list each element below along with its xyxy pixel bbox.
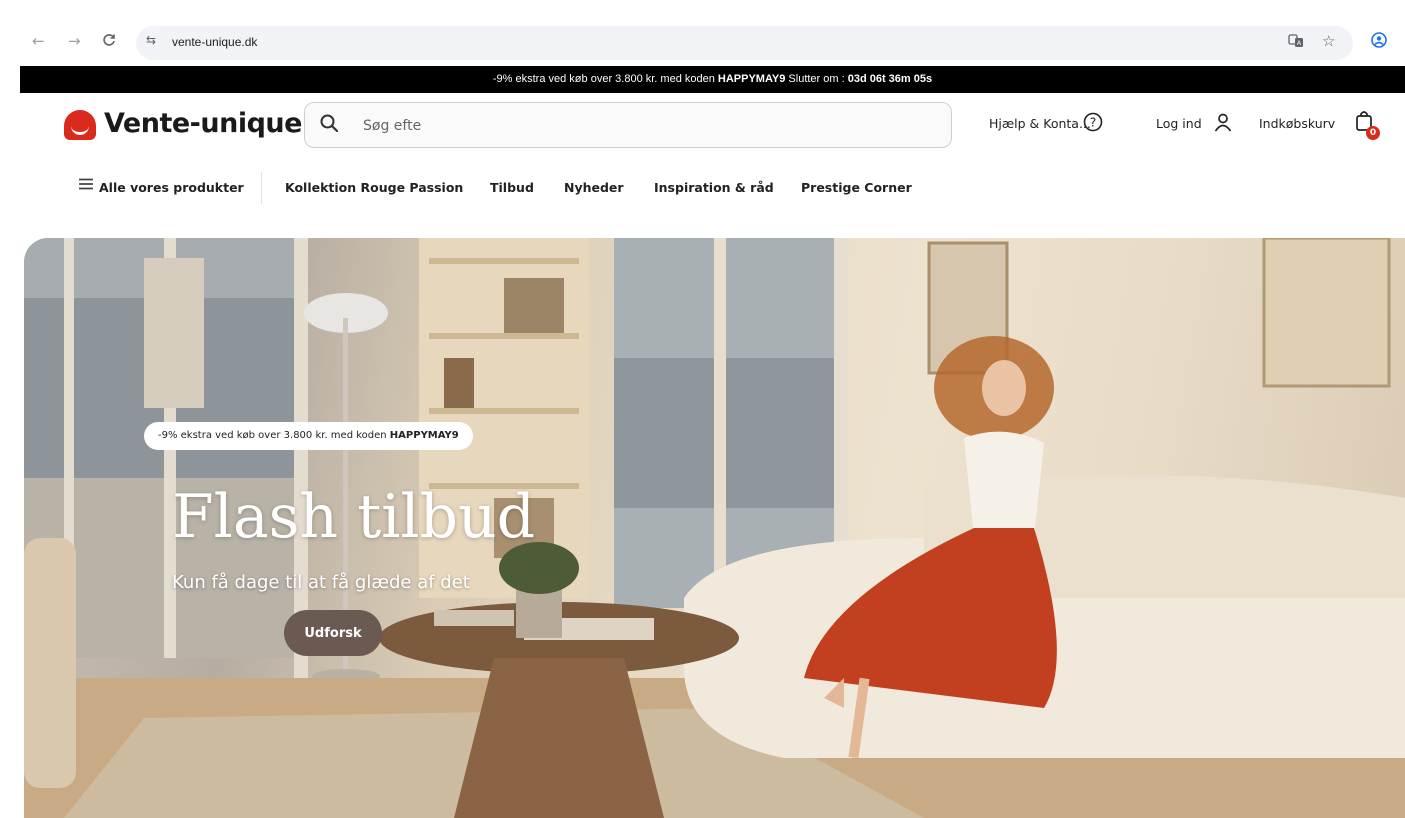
translate-icon[interactable]: A bbox=[1288, 34, 1304, 52]
hero-promo-code: HAPPYMAY9 bbox=[389, 430, 459, 441]
user-icon[interactable] bbox=[1213, 112, 1233, 137]
nav-item-rouge-passion[interactable]: Kollektion Rouge Passion bbox=[285, 180, 463, 195]
back-icon[interactable]: ← bbox=[32, 32, 45, 50]
reload-icon[interactable] bbox=[102, 32, 116, 51]
hero-promo-badge: -9% ekstra ved køb over 3.800 kr. med ko… bbox=[144, 422, 473, 450]
nav-item-tilbud[interactable]: Tilbud bbox=[490, 180, 534, 195]
hero-banner[interactable]: -9% ekstra ved køb over 3.800 kr. med ko… bbox=[24, 238, 1405, 818]
promo-ends-text: Slutter om : bbox=[785, 73, 848, 85]
url-text[interactable]: vente-unique.dk bbox=[172, 35, 257, 49]
site-info-icon[interactable]: ⇆ bbox=[146, 33, 156, 47]
logo-text: Vente-unique bbox=[104, 108, 302, 139]
profile-icon[interactable] bbox=[1371, 32, 1387, 52]
search-input[interactable] bbox=[361, 113, 925, 139]
countdown-timer: 03d 06t 36m 05s bbox=[847, 73, 933, 85]
nav-item-inspiration[interactable]: Inspiration & råd bbox=[654, 180, 774, 195]
hero-promo-text: -9% ekstra ved køb over 3.800 kr. med ko… bbox=[158, 430, 390, 441]
help-icon[interactable]: ? bbox=[1083, 112, 1103, 137]
browser-toolbar: ← → ⇆ vente-unique.dk A ☆ bbox=[0, 22, 1405, 66]
login-link[interactable]: Log ind bbox=[1156, 116, 1202, 131]
nav-divider bbox=[261, 172, 262, 204]
explore-button[interactable]: Udforsk bbox=[284, 610, 382, 656]
menu-icon[interactable] bbox=[78, 176, 94, 197]
promo-bar: -9% ekstra ved køb over 3.800 kr. med ko… bbox=[20, 66, 1405, 93]
cart-link[interactable]: Indkøbskurv bbox=[1259, 116, 1335, 131]
cart-count-badge: 0 bbox=[1366, 126, 1380, 140]
help-contact-link[interactable]: Hjælp & Konta... bbox=[989, 116, 1091, 131]
category-nav: Alle vores produkter Kollektion Rouge Pa… bbox=[0, 172, 1405, 204]
promo-code: HAPPYMAY9 bbox=[717, 73, 786, 85]
search-bar[interactable] bbox=[304, 102, 952, 148]
forward-icon[interactable]: → bbox=[68, 32, 81, 50]
all-products-menu[interactable]: Alle vores produkter bbox=[99, 180, 244, 195]
search-icon[interactable] bbox=[319, 113, 339, 138]
hero-subtitle: Kun få dage til at få glæde af det bbox=[172, 572, 470, 593]
promo-text: -9% ekstra ved køb over 3.800 kr. med ko… bbox=[492, 73, 718, 85]
address-bar[interactable]: ⇆ vente-unique.dk bbox=[136, 26, 1353, 60]
nav-item-prestige-corner[interactable]: Prestige Corner bbox=[801, 180, 912, 195]
logo-icon bbox=[64, 110, 96, 140]
bookmark-star-icon[interactable]: ☆ bbox=[1322, 32, 1335, 50]
nav-item-nyheder[interactable]: Nyheder bbox=[564, 180, 624, 195]
svg-text:?: ? bbox=[1090, 116, 1096, 130]
hero-title: Flash tilbud bbox=[172, 482, 536, 552]
